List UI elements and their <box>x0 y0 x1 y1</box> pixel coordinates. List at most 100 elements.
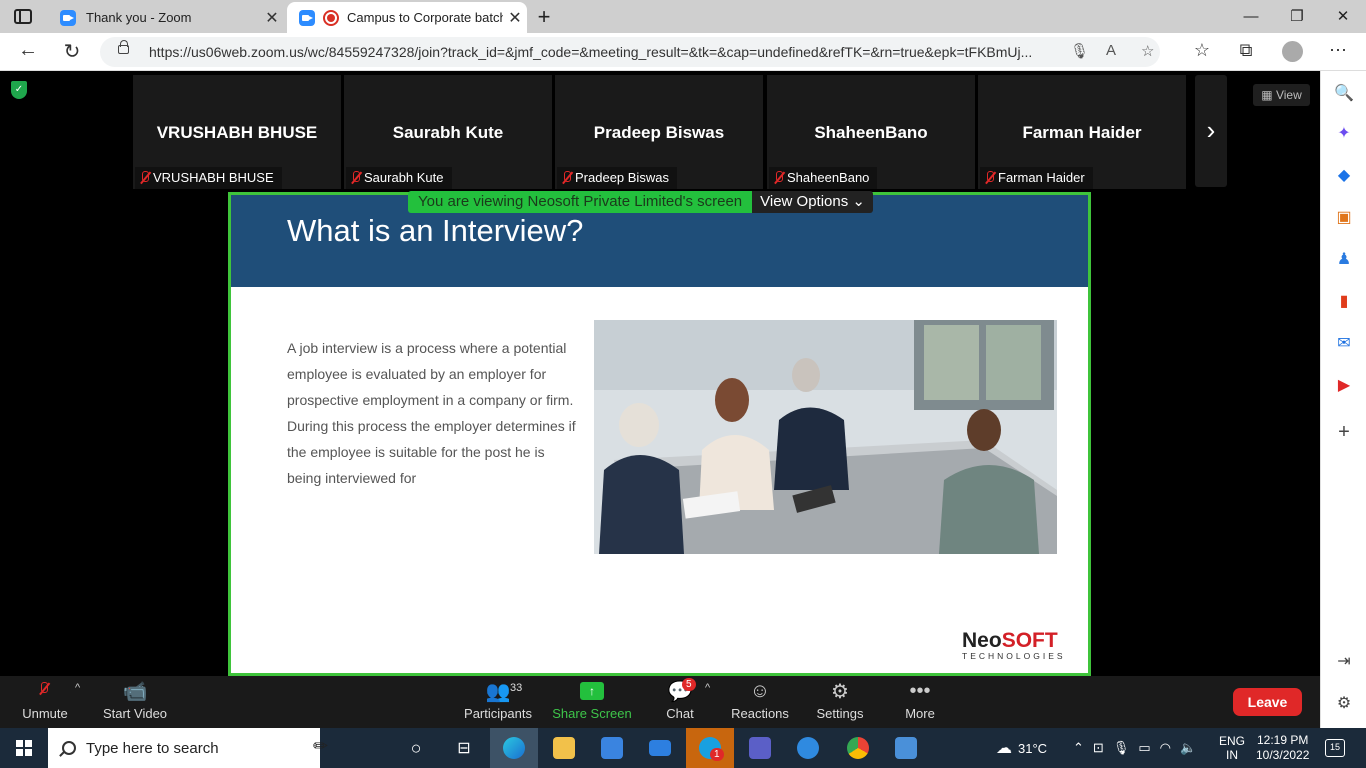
cortana-icon[interactable]: ○ <box>392 728 440 768</box>
participant-tile[interactable]: VRUSHABH BHUSE VRUSHABH BHUSE <box>133 75 341 189</box>
search-icon <box>62 741 76 755</box>
wifi-icon[interactable]: ◠ <box>1160 740 1171 756</box>
participant-name: Farman Haider <box>1022 123 1142 142</box>
search-icon[interactable]: 🔍 <box>1333 83 1355 105</box>
participant-tile[interactable]: Farman Haider Farman Haider <box>978 75 1186 189</box>
cloud-icon: ☁ <box>996 740 1012 757</box>
participants-button[interactable]: 👥 Participants <box>462 676 534 728</box>
start-video-label: Start Video <box>102 706 168 721</box>
refresh-icon[interactable]: ↻ <box>59 39 85 64</box>
participant-tile[interactable]: ShaheenBano ShaheenBano <box>767 75 975 189</box>
sidebar-hide-icon[interactable]: ⇥ <box>1333 651 1355 673</box>
collections-icon[interactable]: ⧉ <box>1234 40 1258 61</box>
weather-widget[interactable]: ☁ 31°C <box>996 728 1047 768</box>
language-indicator[interactable]: ENG IN <box>1219 728 1245 768</box>
gear-icon[interactable]: ⚙ <box>1333 693 1355 715</box>
audio-options-caret-icon[interactable]: ^ <box>75 682 80 694</box>
battery-icon[interactable]: ▭ <box>1138 740 1150 756</box>
participant-tile[interactable]: Pradeep Biswas Pradeep Biswas <box>555 75 763 189</box>
file-explorer-icon[interactable] <box>540 728 588 768</box>
show-hidden-icons-chevron-icon[interactable]: ⌃ <box>1073 740 1084 756</box>
restore-icon[interactable]: ❐ <box>1274 0 1320 33</box>
leave-button[interactable]: Leave <box>1233 688 1302 716</box>
camera-icon[interactable]: ⊡ <box>1093 740 1104 756</box>
taskbar-search-box[interactable]: Type here to search ✏ <box>48 728 328 768</box>
url-field[interactable]: https://us06web.zoom.us/wc/84559247328/j… <box>100 37 1160 67</box>
unmute-button[interactable]: Unmute <box>15 676 75 728</box>
windows-logo-icon <box>16 740 32 756</box>
browser-sidebar: 🔍 ✦ ◆ ▣ ♟ ▮ ✉ ▶ + ⇥ ⚙ <box>1320 71 1366 728</box>
more-menu-icon[interactable]: ⋯ <box>1326 40 1350 61</box>
unmute-label: Unmute <box>22 706 68 721</box>
more-button[interactable]: ••• More <box>900 676 940 728</box>
participant-label: ShaheenBano <box>769 167 878 189</box>
minimize-icon[interactable]: — <box>1228 0 1274 33</box>
copilot-icon[interactable]: ✦ <box>1333 123 1355 145</box>
tab-title: Thank you - Zoom <box>86 10 192 25</box>
chat-options-caret-icon[interactable]: ^ <box>705 682 710 694</box>
start-button[interactable] <box>0 728 48 768</box>
microphone-icon[interactable]: 🎙 <box>1113 740 1130 756</box>
mail-icon[interactable] <box>636 728 684 768</box>
share-screen-button[interactable]: ↑ Share Screen <box>552 676 632 728</box>
view-button[interactable]: ▦ View <box>1253 84 1310 106</box>
profile-avatar[interactable] <box>1282 41 1303 62</box>
teams-icon[interactable] <box>736 728 784 768</box>
muted-mic-icon <box>350 171 362 185</box>
close-tab-icon[interactable]: ✕ <box>260 8 284 28</box>
chrome-icon[interactable] <box>834 728 882 768</box>
youtube-icon[interactable]: ▶ <box>1333 375 1355 397</box>
weather-temp: 31°C <box>1018 740 1048 756</box>
share-screen-label: Share Screen <box>552 706 632 721</box>
video-off-icon: 📹 <box>122 680 148 703</box>
photos-icon[interactable] <box>882 728 930 768</box>
tab-thank-you-zoom[interactable]: Thank you - Zoom ✕ <box>48 2 284 33</box>
view-options-button[interactable]: View Options ⌄ <box>752 191 873 213</box>
store-icon[interactable] <box>588 728 636 768</box>
close-tab-icon[interactable]: ✕ <box>503 8 527 28</box>
settings-button[interactable]: ⚙ Settings <box>815 676 865 728</box>
new-tab-button[interactable]: + <box>534 4 554 30</box>
participant-name: VRUSHABH BHUSE <box>156 123 318 142</box>
tools-icon[interactable]: ▣ <box>1333 207 1355 229</box>
volume-icon[interactable]: 🔈 <box>1180 740 1196 756</box>
tab-campus-to-corporate[interactable]: Campus to Corporate batch ✕ <box>287 2 527 33</box>
tab-actions-icon[interactable] <box>14 9 32 24</box>
back-icon[interactable]: ← <box>15 39 41 62</box>
participant-name: Pradeep Biswas <box>593 123 725 142</box>
outlook-taskbar-icon[interactable] <box>784 728 832 768</box>
reactions-button[interactable]: ☺ Reactions <box>730 676 790 728</box>
close-window-icon[interactable]: ✕ <box>1320 0 1366 33</box>
add-icon[interactable]: + <box>1333 421 1355 443</box>
outlook-icon[interactable]: ✉ <box>1333 333 1355 355</box>
muted-mic-icon <box>38 682 52 700</box>
browser-tab-bar: Thank you - Zoom ✕ Campus to Corporate b… <box>0 0 1366 33</box>
settings-label: Settings <box>816 706 864 721</box>
skype-icon[interactable] <box>686 728 734 768</box>
games-icon[interactable]: ♟ <box>1333 249 1355 271</box>
edge-taskbar-icon[interactable] <box>490 728 538 768</box>
shopping-tag-icon[interactable]: ◆ <box>1333 165 1355 187</box>
read-aloud-icon[interactable]: A <box>1106 42 1116 59</box>
notification-center-icon[interactable]: 15 <box>1325 728 1345 768</box>
add-favorite-icon[interactable]: ☆ <box>1141 42 1154 60</box>
favorites-icon[interactable]: ☆ <box>1190 40 1214 61</box>
start-video-button[interactable]: 📹 Start Video <box>100 676 170 728</box>
participant-tile[interactable]: Saurabh Kute Saurabh Kute <box>344 75 552 189</box>
next-participants-chevron-icon[interactable]: › <box>1195 75 1227 187</box>
task-view-icon[interactable]: ⊟ <box>440 728 488 768</box>
zoom-meeting-area: ✓ VRUSHABH BHUSE VRUSHABH BHUSE Saurabh … <box>0 71 1320 676</box>
security-shield-icon[interactable]: ✓ <box>11 81 27 99</box>
chat-label: Chat <box>666 706 694 721</box>
url-text[interactable]: https://us06web.zoom.us/wc/84559247328/j… <box>149 44 1054 60</box>
viewing-banner-text: You are viewing Neosoft Private Limited'… <box>408 191 753 213</box>
notifications-count: 15 <box>1325 739 1345 757</box>
neosoft-logo-subtitle: TECHNOLOGIES <box>962 651 1066 661</box>
office-icon[interactable]: ▮ <box>1333 291 1355 313</box>
zoom-control-bar: Unmute ^ 📹 Start Video 👥 Participants 33… <box>0 676 1320 728</box>
search-highlight-icon: ✏ <box>313 736 329 756</box>
clock[interactable]: 12:19 PM 10/3/2022 <box>1256 728 1309 768</box>
viewing-banner: You are viewing Neosoft Private Limited'… <box>408 191 873 213</box>
microphone-icon[interactable]: 🎙 <box>1070 42 1089 60</box>
participant-label: Saurabh Kute <box>346 167 452 189</box>
